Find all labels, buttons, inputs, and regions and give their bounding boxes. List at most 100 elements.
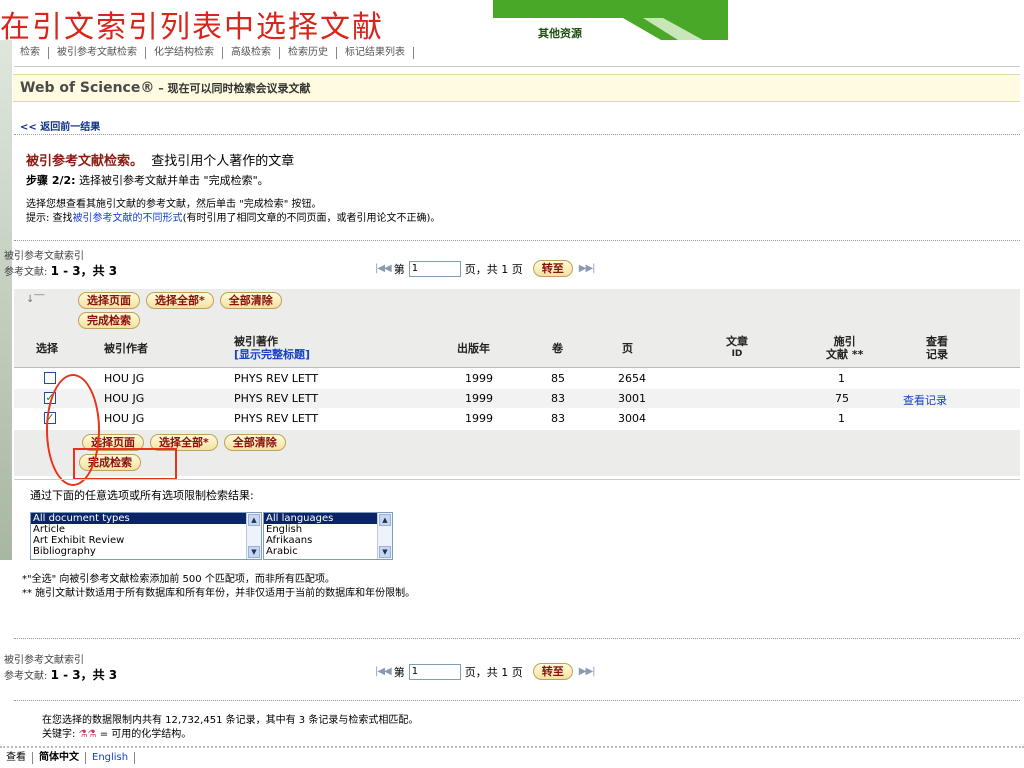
listbox-option[interactable]: Bibliography [31,546,261,557]
listbox-option[interactable]: Arabic [264,546,392,557]
col-view-1: 查看 [926,335,948,348]
cell-volume: 85 [551,372,565,385]
range-text: 1 - 3，共 3 [50,668,118,682]
clear-all-button[interactable]: 全部清除 [223,434,286,451]
tab-search[interactable]: 检索 [14,47,49,59]
different-forms-link[interactable]: 被引参考文献的不同形式 [73,213,183,224]
language-listbox[interactable]: All languages English Afrikaans Arabic ▲… [263,512,393,560]
keyword-desc: = 可用的化学结构。 [99,729,192,740]
listbox-option[interactable]: All languages [264,513,392,524]
listbox-option[interactable]: All document types [31,513,261,524]
col-citing-2: 文献 ** [826,348,864,361]
table-row: ✓ HOU JG PHYS REV LETT 1999 83 3001 75 查… [14,389,1020,408]
top-select-buttons: 选择页面 选择全部* 全部清除 [78,292,282,309]
green-tab-decoration [493,0,728,40]
scroll-up-icon[interactable]: ▲ [248,514,260,526]
footer-links: 查看 简体中文 English [0,752,136,764]
doc-type-listbox[interactable]: All document types Article Art Exhibit R… [30,512,262,560]
index-label: 被引参考文献索引 [4,251,84,262]
summary-line-2: 关键字: ⚗⚗ = 可用的化学结构。 [42,728,418,742]
scroll-up-icon[interactable]: ▲ [379,514,391,526]
cell-page: 3004 [618,412,646,425]
page-input[interactable] [408,260,461,277]
section-heading: 被引参考文献检索。 查找引用个人著作的文章 [26,150,294,169]
footer-english-link[interactable]: English [86,752,136,764]
scrollbar[interactable]: ▲ ▼ [246,513,261,559]
nav-divider [14,66,1020,67]
tab-marked-list[interactable]: 标记结果列表 [337,47,414,59]
cell-volume: 83 [551,392,565,405]
go-button[interactable]: 转至 [532,663,573,680]
go-button[interactable]: 转至 [532,260,573,277]
col-citing-1: 施引 [833,335,856,348]
footer-chinese[interactable]: 简体中文 [33,752,86,764]
scroll-down-icon[interactable]: ▼ [379,546,391,558]
pager-bottom: |◀◀ 第 页，共 1 页 转至 ▶▶| [372,663,598,680]
footer-view[interactable]: 查看 [0,752,33,764]
col-volume: 卷 [552,342,563,355]
listbox-option[interactable]: English [264,524,392,535]
cell-work: PHYS REV LETT [234,372,319,385]
scroll-down-icon[interactable]: ▼ [248,546,260,558]
divider [14,700,1020,701]
col-select: 选择 [36,342,58,355]
first-page-icon[interactable]: |◀◀ [375,263,392,274]
next-page-icon[interactable]: ▶▶| [579,666,596,677]
listbox-option[interactable]: Afrikaans [264,535,392,546]
cell-page: 2654 [618,372,646,385]
limits-label: 通过下面的任意选项或所有选项限制检索结果: [30,489,254,502]
index-info-bottom: 被引参考文献索引 参考文献: 1 - 3，共 3 [4,654,117,684]
cell-work: PHYS REV LETT [234,412,319,425]
instructions: 选择您想查看其施引文献的参考文献，然后单击 "完成检索" 按钮。 提示: 查找被… [26,198,440,226]
clear-all-button[interactable]: 全部清除 [219,292,282,309]
page-prefix: 第 [393,665,405,679]
col-year: 出版年 [457,342,490,355]
tip-suffix: (有时引用了相同文章的不同页面，或者引用论文不正确)。 [182,213,441,224]
back-link[interactable]: << 返回前一结果 [20,118,100,133]
page-prefix: 第 [393,262,405,276]
first-page-icon[interactable]: |◀◀ [375,666,392,677]
view-record-link[interactable]: 查看记录 [903,392,947,408]
scrollbar[interactable]: ▲ ▼ [377,513,392,559]
tab-cited-ref-search[interactable]: 被引参考文献检索 [49,47,146,59]
col-citing: 施引 文献 ** [826,335,863,361]
instruction-line-1: 选择您想查看其施引文献的参考文献，然后单击 "完成检索" 按钮。 [26,199,322,210]
step-text: 步骤 2/2: 选择被引参考文献并单击 "完成检索"。 [26,172,269,188]
tab-search-history[interactable]: 检索历史 [280,47,337,59]
corner-arrow-icon: ↓‾‾ [26,294,45,305]
page-input[interactable] [408,663,461,680]
refs-label: 参考文献: [4,267,48,278]
cell-author: HOU JG [104,372,145,385]
footnotes: *"全选" 向被引参考文献检索添加前 500 个匹配项，而非所有匹配项。 ** … [22,573,415,601]
finish-search-button-top[interactable]: 完成检索 [78,312,140,329]
tab-structure-search[interactable]: 化学结构检索 [146,47,223,59]
table-header: 选择 被引作者 被引著作 [显示完整标题] 出版年 卷 页 文章 ID 施引 文… [14,331,1020,368]
slide-title: 在引文索引列表中选择文献 [0,10,384,45]
listbox-option[interactable]: Article [31,524,261,535]
cell-year: 1999 [465,412,493,425]
table-row: HOU JG PHYS REV LETT 1999 85 2654 1 [14,369,1020,388]
cell-citing: 1 [838,372,845,385]
other-resources-tab[interactable]: 其他资源 [538,25,582,41]
col-cited-work-label: 被引著作 [234,335,278,348]
divider [0,746,1024,748]
row-checkbox[interactable] [44,372,56,384]
select-page-button[interactable]: 选择页面 [78,292,140,309]
show-full-title-link[interactable]: [显示完整标题] [234,348,310,361]
page-suffix: 页，共 1 页 [464,262,523,276]
cell-year: 1999 [465,392,493,405]
tab-advanced-search[interactable]: 高级检索 [223,47,280,59]
listbox-option[interactable]: Art Exhibit Review [31,535,261,546]
col-cited-author: 被引作者 [104,342,148,355]
instruction-line-2: 提示: 查找被引参考文献的不同形式(有时引用了相同文章的不同页面，或者引用论文不… [26,212,440,226]
wos-subtitle: – 现在可以同时检索会议录文献 [154,82,311,95]
next-page-icon[interactable]: ▶▶| [579,263,596,274]
col-article-id: 文章 ID [726,335,748,361]
cell-author: HOU JG [104,392,145,405]
heading-text: 查找引用个人著作的文章 [151,154,295,169]
col-article-id-1: 文章 [726,335,748,348]
pager-top: |◀◀ 第 页，共 1 页 转至 ▶▶| [372,260,598,277]
select-all-button[interactable]: 选择全部* [146,292,214,309]
cell-citing: 1 [838,412,845,425]
heading-bold: 被引参考文献检索。 [26,154,144,169]
